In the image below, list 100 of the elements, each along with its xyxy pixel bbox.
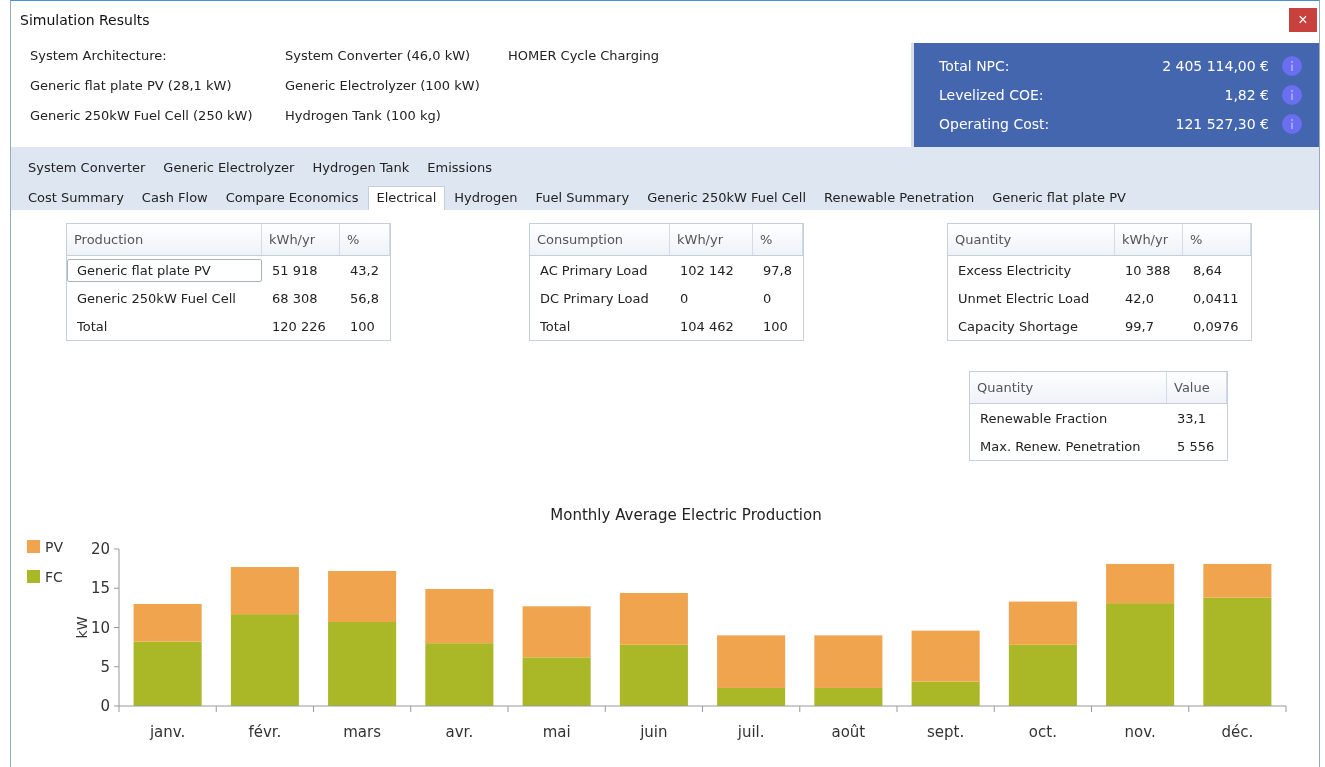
table-cell-text: 0 [679,289,690,308]
architecture-text: Generic 250kW Fuel Cell (250 kW) [30,108,254,123]
column-header: % [340,224,390,255]
tab[interactable]: Compare Economics [216,186,368,210]
table-cell-text: 100 [762,317,789,336]
column-header: Value [1167,372,1227,403]
info-icon[interactable] [1282,55,1302,76]
table-cell[interactable]: AC Primary Load [530,258,670,282]
tab[interactable]: Generic 250kW Fuel Cell [638,186,816,210]
bar [522,657,591,706]
table-cell[interactable]: Generic 250kW Fuel Cell [67,286,262,310]
tab[interactable]: Emissions [418,156,501,180]
bar [619,644,688,706]
bar [425,589,494,644]
architecture-text: Hydrogen Tank (100 kg) [285,108,442,123]
y-tick-label: 10 [90,618,110,637]
legend-label: PV [45,539,64,555]
bar [619,592,688,645]
architecture-text: Generic Electrolyzer (100 kW) [285,78,481,93]
tab[interactable]: Generic flat plate PV [983,186,1135,210]
tab[interactable]: Generic Electrolyzer [154,156,304,180]
y-tick-label: 15 [90,579,110,598]
table-cell-text: 99,7 [1124,317,1155,336]
table-cell[interactable]: Unmet Electric Load [948,286,1115,310]
legend-item: PV [27,539,64,555]
tab[interactable]: System Converter [19,156,155,180]
window-title: Simulation Results [20,12,150,28]
column-header: Quantity [948,224,1115,255]
table-cell[interactable]: Max. Renew. Penetration [970,434,1167,458]
x-tick-label: juil. [737,723,765,741]
legend-item: FC [27,569,63,585]
column-header: Consumption [530,224,670,255]
table-cell-text: 120 226 [271,317,327,336]
table-cell[interactable]: Excess Electricity [948,258,1115,282]
architecture-text: HOMER Cycle Charging [508,48,660,63]
x-tick-label: avr. [445,723,474,741]
table-cell-text: 51 918 [271,261,319,280]
close-button[interactable]: × [1289,8,1317,32]
summary-value: 2 405 114,00 € [1161,57,1269,74]
x-tick-label: sept. [927,723,965,741]
x-tick-label: août [831,723,866,741]
table-cell-text: 8,64 [1192,261,1223,280]
bar [522,606,591,658]
legend-label: FC [45,569,64,585]
table-cell-text: 42,0 [1124,289,1155,308]
architecture-text: Generic flat plate PV (28,1 kW) [30,78,233,93]
table-cell-text: 100 [349,317,376,336]
table-cell[interactable]: Total [67,314,262,338]
architecture-text: System Architecture: [30,48,168,63]
tab[interactable]: Electrical [367,186,446,210]
y-axis-label: kW [74,616,90,639]
bar [425,643,494,706]
tab[interactable]: Cash Flow [132,186,217,210]
x-tick-label: janv. [149,723,186,741]
architecture-text: System Converter (46,0 kW) [285,48,472,63]
table-cell-text: 10 388 [1124,261,1172,280]
table-cell-text: 0,0976 [1192,317,1240,336]
table-cell-text: 104 462 [679,317,735,336]
x-tick-label: déc. [1221,723,1254,741]
table-cell[interactable]: Total [530,314,670,338]
y-tick-label: 0 [100,697,110,715]
info-icon[interactable] [1282,84,1302,105]
tab[interactable]: Fuel Summary [526,186,639,210]
column-header: kWh/yr [262,224,340,255]
table-cell-text: 33,1 [1176,409,1207,428]
table-cell-text: 97,8 [762,261,793,280]
column-header: kWh/yr [1115,224,1183,255]
tab[interactable]: Cost Summary [19,186,133,210]
table-cell[interactable]: DC Primary Load [530,286,670,310]
tab[interactable]: Hydrogen Tank [303,156,419,180]
table-cell-text: 56,8 [349,289,380,308]
table-cell[interactable]: Renewable Fraction [970,406,1167,430]
table-cell-text: 0 [762,289,773,308]
column-header: kWh/yr [670,224,753,255]
summary-value: 121 527,30 € [1174,115,1269,132]
tab[interactable]: Renewable Penetration [815,186,984,210]
x-tick-label: nov. [1124,723,1156,741]
table-cell[interactable]: Generic flat plate PV [67,258,262,282]
table-cell-text: 68 308 [271,289,319,308]
summary-value: 1,82 € [1223,86,1269,103]
table-cell[interactable]: Capacity Shortage [948,314,1115,338]
column-header: % [1183,224,1251,255]
tab[interactable]: Hydrogen [445,186,527,210]
table-cell-text: 5 556 [1176,437,1216,456]
summary-label: Levelized COE: [938,86,1045,103]
x-tick-label: mars [343,723,381,741]
column-header: Quantity [970,372,1167,403]
y-tick-label: 20 [90,540,110,558]
y-tick-label: 5 [100,657,110,676]
info-icon[interactable] [1282,113,1302,134]
summary-label: Total NPC: [938,57,1011,74]
bar [1008,644,1077,706]
summary-label: Operating Cost: [938,115,1051,132]
x-tick-label: oct. [1028,723,1057,741]
x-tick-label: juin [640,723,668,741]
column-header: % [753,224,803,255]
column-header: Production [67,224,262,255]
chart-title: Monthly Average Electric Production [550,506,822,524]
table-cell-text: 0,0411 [1192,289,1240,308]
table-cell-text: 43,2 [349,261,380,280]
